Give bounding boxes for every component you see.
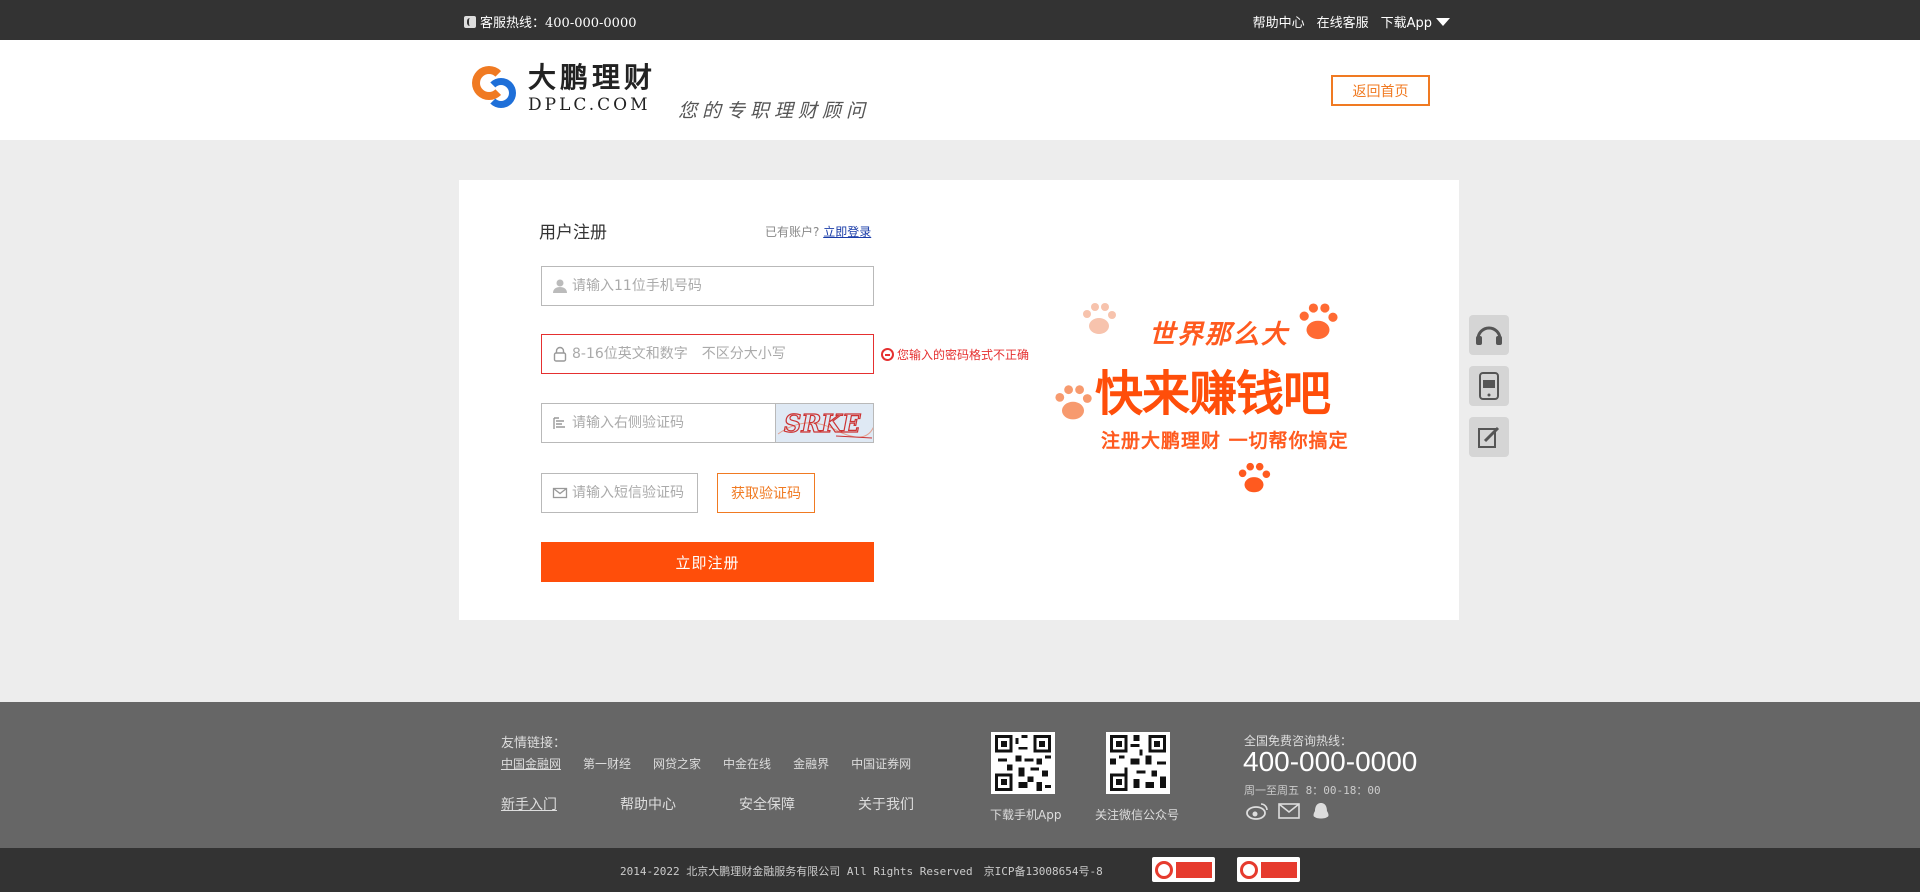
- online-service-link[interactable]: 在线客服: [1317, 12, 1369, 31]
- hotline-text: 客服热线：400-000-0000: [480, 16, 637, 31]
- lock-icon: [553, 346, 567, 362]
- login-link[interactable]: 立即登录: [823, 225, 871, 239]
- hotline-info: 客服热线：400-000-0000: [464, 12, 637, 31]
- friend-link[interactable]: 中金在线: [723, 755, 771, 772]
- download-app-label: 下载App: [1380, 16, 1432, 31]
- back-home-button[interactable]: 返回首页: [1331, 75, 1430, 106]
- sms-input[interactable]: [572, 485, 697, 501]
- password-field: [541, 334, 874, 374]
- footer: 友情链接： 中国金融网 第一财经 网贷之家 中金在线 金融界 中国证券网 新手入…: [0, 702, 1920, 848]
- mail-icon: [552, 487, 568, 499]
- footer-nav-security[interactable]: 安全保障: [739, 794, 858, 814]
- qq-icon[interactable]: [1310, 802, 1332, 820]
- footer-nav-about[interactable]: 关于我们: [858, 794, 977, 814]
- paw-icon: [1083, 303, 1116, 334]
- app-qr-code[interactable]: [991, 732, 1055, 794]
- copyright: 2014-2022 北京大鹏理财金融服务有限公司 All Rights Rese…: [620, 865, 1103, 878]
- register-card: 用户注册 已有账户? 立即登录 您输入的密码格式不正确 SRKE 获取验证码 立…: [459, 180, 1459, 620]
- get-sms-code-button[interactable]: 获取验证码: [717, 473, 815, 513]
- social-links: [1246, 802, 1332, 820]
- footer-hotline-number: 400-000-0000: [1243, 746, 1418, 777]
- credit-badge-icon[interactable]: [1237, 857, 1300, 882]
- footer-hotline-hours: 周一至周五 8：00-18：00: [1244, 784, 1381, 797]
- email-icon[interactable]: [1278, 802, 1300, 820]
- register-button[interactable]: 立即注册: [541, 542, 874, 582]
- friend-link[interactable]: 金融界: [793, 755, 829, 772]
- app-qr-caption: 下载手机App: [990, 808, 1062, 822]
- promo-headline: 快来赚钱吧: [1095, 366, 1331, 422]
- logo-domain: DPLC.COM: [528, 95, 651, 115]
- headset-icon: [1476, 326, 1502, 345]
- captcha-input[interactable]: [572, 415, 775, 431]
- friend-link[interactable]: 第一财经: [583, 755, 631, 772]
- password-error-text: 您输入的密码格式不正确: [897, 348, 1030, 362]
- trust-badge-icon[interactable]: [1152, 857, 1215, 882]
- footer-nav-help[interactable]: 帮助中心: [620, 794, 739, 814]
- have-account-text: 已有账户?: [765, 225, 820, 239]
- top-nav: 帮助中心 在线客服 下载App: [1253, 12, 1450, 31]
- logo-name: 大鹏理财: [528, 61, 657, 94]
- edit-icon: [1478, 426, 1500, 448]
- promo-line-1: 世界那么大: [1149, 320, 1290, 350]
- friend-link[interactable]: 网贷之家: [653, 755, 701, 772]
- paw-icon: [1055, 385, 1092, 420]
- paw-icon: [1238, 462, 1271, 493]
- captcha-text: SRKE: [784, 409, 861, 438]
- promo-line-3: 注册大鹏理财 一切帮你搞定: [1101, 430, 1349, 452]
- top-bar: 客服热线：400-000-0000 帮助中心 在线客服 下载App: [0, 0, 1920, 40]
- friend-link[interactable]: 中国金融网: [501, 755, 561, 772]
- slogan: 您的专职理财顾问: [678, 100, 871, 122]
- app-icon: [1479, 372, 1499, 400]
- password-error: 您输入的密码格式不正确: [881, 346, 1029, 363]
- footer-nav-newbie[interactable]: 新手入门: [501, 794, 620, 814]
- footer-nav: 新手入门 帮助中心 安全保障 关于我们: [501, 794, 977, 814]
- friend-links: 中国金融网 第一财经 网贷之家 中金在线 金融界 中国证券网: [501, 755, 911, 772]
- site-header: 大鹏理财 DPLC.COM 您的专职理财顾问 返回首页: [0, 40, 1920, 140]
- logo-mark-icon: [470, 62, 522, 116]
- wechat-qr-caption: 关注微信公众号: [1095, 808, 1180, 822]
- phone-icon: [464, 15, 476, 28]
- feedback-button[interactable]: [1469, 417, 1509, 457]
- form-title: 用户注册: [539, 223, 607, 243]
- captcha-icon: [553, 417, 565, 429]
- error-icon: [881, 348, 894, 361]
- app-download-button[interactable]: [1469, 366, 1509, 406]
- wechat-qr-code[interactable]: [1106, 732, 1170, 794]
- paw-icon: [1299, 303, 1338, 340]
- sms-field: [541, 473, 698, 513]
- bottom-bar: 2014-2022 北京大鹏理财金融服务有限公司 All Rights Rese…: [0, 848, 1920, 892]
- friend-link[interactable]: 中国证券网: [851, 755, 911, 772]
- promo-banner: 世界那么大 快来赚钱吧 注册大鹏理财 一切帮你搞定: [1055, 290, 1359, 500]
- friend-links-label: 友情链接：: [501, 736, 567, 751]
- download-app-menu[interactable]: 下载App: [1381, 12, 1450, 31]
- captcha-image[interactable]: SRKE: [775, 403, 874, 443]
- weibo-icon[interactable]: [1246, 802, 1268, 820]
- customer-service-button[interactable]: [1469, 315, 1509, 355]
- password-input[interactable]: [572, 346, 873, 362]
- user-icon: [553, 279, 567, 293]
- help-center-link[interactable]: 帮助中心: [1253, 12, 1305, 31]
- have-account: 已有账户? 立即登录: [765, 223, 871, 240]
- chevron-down-icon: [1436, 17, 1450, 26]
- phone-field: [541, 266, 874, 306]
- side-toolbar: [1469, 315, 1509, 457]
- logo[interactable]: 大鹏理财 DPLC.COM: [470, 62, 656, 116]
- captcha-field: [541, 403, 776, 443]
- phone-input[interactable]: [572, 278, 873, 294]
